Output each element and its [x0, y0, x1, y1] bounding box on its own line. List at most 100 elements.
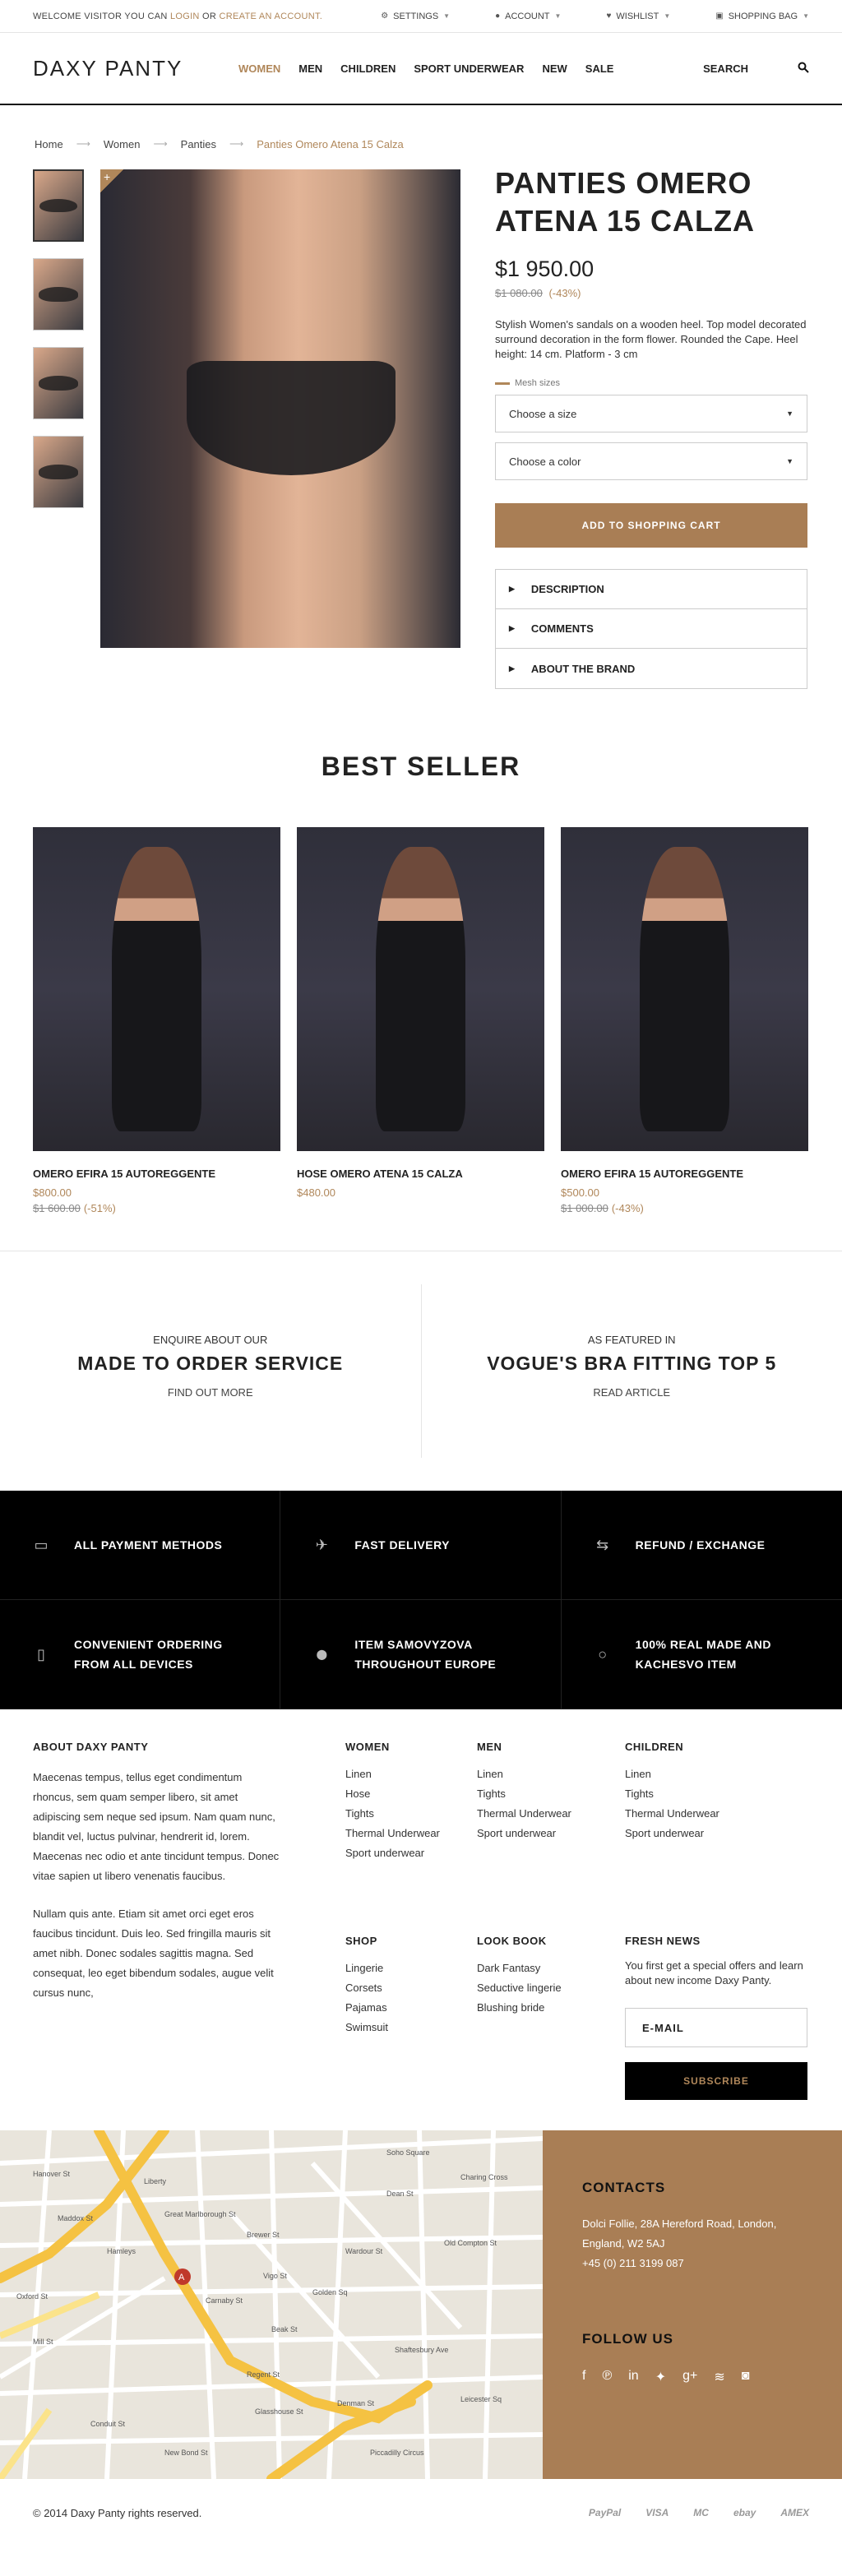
wishlist-menu[interactable]: ♥ WISHLIST ▼: [606, 12, 670, 21]
map-street-label: Vigo St: [263, 2272, 287, 2280]
footer-link[interactable]: Lingerie: [345, 1959, 477, 1978]
product-card-image[interactable]: [297, 827, 544, 1151]
search-box[interactable]: SEARCH: [703, 62, 809, 76]
breadcrumb-women[interactable]: Women: [104, 138, 141, 150]
product-card-image[interactable]: [561, 827, 808, 1151]
subscribe-button[interactable]: SUBSCRIBE: [625, 2062, 807, 2100]
add-to-cart-button[interactable]: ADD TO SHOPPING CART: [495, 503, 807, 548]
facebook-icon[interactable]: f: [582, 2369, 585, 2385]
linkedin-icon[interactable]: in: [628, 2369, 638, 2385]
airplane-icon: ✈: [315, 1536, 328, 1553]
search-icon[interactable]: [798, 62, 809, 76]
footer-link[interactable]: Corsets: [345, 1978, 477, 1998]
footer-col-fresh-news: FRESH NEWS You first get a special offer…: [625, 1935, 807, 2130]
footer-link[interactable]: Dark Fantasy: [477, 1959, 625, 1978]
footer-link[interactable]: Thermal Underwear: [625, 1804, 807, 1824]
nav-women[interactable]: WOMEN: [238, 62, 280, 75]
feature-label: ALL PAYMENT METHODS: [74, 1538, 223, 1552]
footer-link[interactable]: Tights: [477, 1784, 625, 1804]
product-thumbnail[interactable]: [33, 347, 84, 419]
sizes-label-text: Mesh sizes: [515, 378, 561, 388]
product-thumbnail[interactable]: [33, 169, 84, 242]
top-bar: WELCOME VISITOR YOU CAN LOGIN OR CREATE …: [0, 0, 842, 33]
thumbnail-list: [33, 169, 84, 725]
size-select[interactable]: Choose a size ▼: [495, 395, 807, 432]
accordion-about-brand[interactable]: ▶ ABOUT THE BRAND: [496, 649, 807, 688]
main-header: DAXY PANTY WOMEN MEN CHILDREN SPORT UNDE…: [0, 33, 842, 105]
exchange-icon: ⇆: [596, 1536, 609, 1553]
breadcrumb-panties[interactable]: Panties: [181, 138, 216, 150]
search-label: SEARCH: [703, 62, 748, 75]
footer-link[interactable]: Tights: [625, 1784, 807, 1804]
color-select[interactable]: Choose a color ▼: [495, 442, 807, 480]
product-accordion: ▶ DESCRIPTION ▶ COMMENTS ▶ ABOUT THE BRA…: [495, 569, 807, 689]
product-card-price: $800.00: [33, 1186, 72, 1199]
google-plus-icon[interactable]: g+: [682, 2369, 697, 2385]
rss-icon[interactable]: ≋: [714, 2369, 724, 2385]
footer-link[interactable]: Thermal Underwear: [345, 1824, 477, 1843]
contacts-phone[interactable]: +45 (0) 211 3199 087: [582, 2254, 803, 2273]
footer-link-grid: WOMEN Linen Hose Tights Thermal Underwea…: [345, 1741, 807, 2130]
accordion-comments[interactable]: ▶ COMMENTS: [496, 609, 807, 649]
account-menu[interactable]: ● ACCOUNT ▼: [495, 12, 561, 21]
create-account-link[interactable]: CREATE AN ACCOUNT.: [220, 12, 323, 21]
shopping-bag-menu[interactable]: ▣ SHOPPING BAG ▼: [715, 12, 809, 21]
ruler-icon: [495, 382, 510, 385]
email-field[interactable]: E-MAIL: [625, 2008, 807, 2047]
logo[interactable]: DAXY PANTY: [33, 56, 238, 81]
footer-link[interactable]: Sport underwear: [625, 1824, 807, 1843]
pinterest-icon[interactable]: ℗: [602, 2369, 612, 2385]
footer-link[interactable]: Pajamas: [345, 1998, 477, 2018]
zoom-plus-icon[interactable]: +: [100, 169, 123, 192]
map-street-label: Liberty: [144, 2177, 167, 2185]
footer-link[interactable]: Seductive lingerie: [477, 1978, 625, 1998]
instagram-icon[interactable]: ◙: [742, 2369, 750, 2385]
product-card[interactable]: OMERO EFIRA 15 AUTOREGGENTE $800.00 $1 6…: [33, 827, 280, 1214]
breadcrumb-home[interactable]: Home: [35, 138, 63, 150]
footer-about-text: Maecenas tempus, tellus eget condimentum…: [33, 1771, 280, 1882]
newsletter-text: You first get a special offers and learn…: [625, 1959, 803, 1986]
product-card-name[interactable]: OMERO EFIRA 15 AUTOREGGENTE: [561, 1168, 808, 1180]
product-thumbnail[interactable]: [33, 258, 84, 331]
nav-sport-underwear[interactable]: SPORT UNDERWEAR: [414, 62, 524, 75]
footer-link[interactable]: Linen: [625, 1764, 807, 1784]
nav-children[interactable]: CHILDREN: [340, 62, 396, 75]
location-map[interactable]: A Hanover St Regent St Oxford St Brewer …: [0, 2130, 543, 2479]
visa-icon: VISA: [645, 2507, 669, 2518]
settings-menu[interactable]: ⚙ SETTINGS ▼: [381, 12, 450, 21]
nav-men[interactable]: MEN: [298, 62, 322, 75]
caret-right-icon: ▶: [509, 585, 515, 593]
nav-sale[interactable]: SALE: [585, 62, 614, 75]
footer-link[interactable]: Swimsuit: [345, 2018, 477, 2037]
read-article-link[interactable]: READ ARTICLE: [422, 1386, 842, 1399]
find-out-more-link[interactable]: FIND OUT MORE: [0, 1386, 421, 1399]
nav-new[interactable]: NEW: [542, 62, 567, 75]
footer-link[interactable]: Linen: [345, 1764, 477, 1784]
sizes-label[interactable]: Mesh sizes: [495, 378, 807, 388]
footer-link[interactable]: Sport underwear: [345, 1843, 477, 1863]
product-main-image[interactable]: +: [100, 169, 460, 648]
product-card[interactable]: OMERO EFIRA 15 AUTOREGGENTE $500.00 $1 0…: [561, 827, 808, 1214]
footer-about-text: Nullam quis ante. Etiam sit amet orci eg…: [33, 1908, 274, 1999]
map-street-label: Glasshouse St: [255, 2407, 303, 2416]
product-card-name[interactable]: HOSE OMERO ATENA 15 CALZA: [297, 1168, 544, 1180]
best-seller-title: BEST SELLER: [321, 752, 521, 781]
bottom-bar: © 2014 Daxy Panty rights reserved. PayPa…: [0, 2479, 842, 2546]
product-info: PANTIES OMERO ATENA 15 CALZA $1 950.00 $…: [495, 166, 807, 725]
product-card-name[interactable]: OMERO EFIRA 15 AUTOREGGENTE: [33, 1168, 280, 1180]
footer-link[interactable]: Blushing bride: [477, 1998, 625, 2018]
garment-shape: [187, 360, 396, 476]
footer-link[interactable]: Tights: [345, 1804, 477, 1824]
twitter-icon[interactable]: ✦: [655, 2369, 666, 2385]
product-card[interactable]: HOSE OMERO ATENA 15 CALZA $480.00: [297, 827, 544, 1214]
login-link[interactable]: LOGIN: [170, 12, 200, 21]
footer-link[interactable]: Hose: [345, 1784, 477, 1804]
footer-link[interactable]: Sport underwear: [477, 1824, 625, 1843]
footer-link[interactable]: Linen: [477, 1764, 625, 1784]
footer-col-title: SHOP: [345, 1935, 377, 1947]
footer-link[interactable]: Thermal Underwear: [477, 1804, 625, 1824]
product-thumbnail[interactable]: [33, 436, 84, 508]
accordion-description[interactable]: ▶ DESCRIPTION: [496, 570, 807, 609]
product-card-image[interactable]: [33, 827, 280, 1151]
product-description: Stylish Women's sandals on a wooden heel…: [495, 318, 807, 360]
